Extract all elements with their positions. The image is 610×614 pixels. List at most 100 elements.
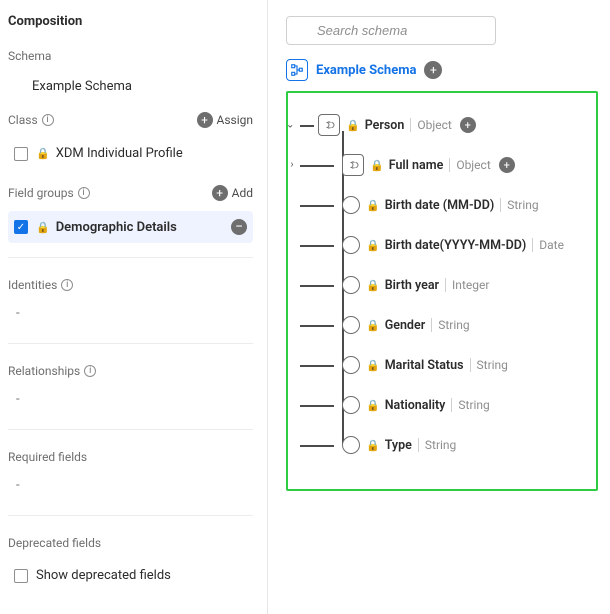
tree-node-field[interactable]: 🔒 Birth date (MM-DD) String: [342, 185, 586, 225]
identities-value: -: [8, 302, 253, 329]
divider: [8, 257, 253, 258]
tree-node-fullname[interactable]: › 🔒 Full name Object +: [342, 145, 586, 185]
node-label: Birth date (MM-DD): [385, 198, 495, 213]
divider: [410, 118, 411, 132]
class-section-label: Class: [8, 113, 38, 127]
object-stack-icon: [342, 154, 364, 176]
node-type: Date: [539, 238, 564, 252]
add-label: Add: [232, 186, 253, 200]
field-icon: [342, 436, 360, 454]
relationships-value: -: [8, 388, 253, 415]
deprecated-fields-label: Deprecated fields: [8, 536, 101, 550]
lock-icon: 🔒: [36, 221, 50, 234]
node-type: String: [425, 438, 456, 452]
field-group-item-label: Demographic Details: [56, 220, 177, 235]
node-label: Person: [365, 118, 405, 133]
field-group-item[interactable]: 🔒 Demographic Details −: [8, 211, 253, 243]
checkbox-checked[interactable]: [14, 220, 28, 234]
info-icon[interactable]: i: [78, 187, 90, 199]
divider: [451, 398, 452, 412]
lock-icon: 🔒: [36, 147, 50, 160]
lock-icon: 🔒: [366, 359, 380, 372]
node-label: Marital Status: [385, 358, 464, 373]
divider: [431, 318, 432, 332]
show-deprecated-label: Show deprecated fields: [36, 568, 171, 583]
tree-node-field[interactable]: 🔒 Birth year Integer: [342, 265, 586, 305]
schema-name[interactable]: Example Schema: [8, 73, 253, 106]
class-item[interactable]: 🔒 XDM Individual Profile: [8, 138, 253, 169]
field-icon: [342, 396, 360, 414]
node-type: String: [458, 398, 489, 412]
highlight-box: ⌄ 🔒 Person Object + ›: [286, 91, 598, 491]
node-type: String: [507, 198, 538, 212]
lock-icon: 🔒: [366, 319, 380, 332]
tree-node-field[interactable]: 🔒 Gender String: [342, 305, 586, 345]
divider: [470, 358, 471, 372]
divider: [8, 429, 253, 430]
node-type: Object: [417, 118, 451, 132]
tree-node-field[interactable]: 🔒 Birth date(YYYY-MM-DD) Date: [342, 225, 586, 265]
info-icon[interactable]: i: [84, 365, 96, 377]
field-groups-label: Field groups: [8, 186, 74, 200]
identities-label: Identities: [8, 278, 57, 292]
assign-label: Assign: [217, 113, 254, 127]
checkbox-unchecked[interactable]: [14, 569, 28, 583]
plus-icon: +: [197, 112, 213, 128]
chevron-down-icon[interactable]: ⌄: [286, 120, 294, 131]
divider: [500, 198, 501, 212]
tree-node-field[interactable]: 🔒 Marital Status String: [342, 345, 586, 385]
divider: [449, 158, 450, 172]
required-fields-value: -: [8, 474, 253, 501]
node-label: Full name: [389, 158, 444, 173]
info-icon[interactable]: i: [42, 114, 54, 126]
lock-icon: 🔒: [366, 439, 380, 452]
info-icon[interactable]: i: [61, 279, 73, 291]
schema-root-label: Example Schema: [316, 63, 416, 78]
field-icon: [342, 276, 360, 294]
composition-sidebar: Composition Schema Example Schema Class …: [0, 0, 268, 614]
remove-field-group-button[interactable]: −: [231, 219, 247, 235]
divider: [8, 515, 253, 516]
assign-class-button[interactable]: + Assign: [197, 112, 254, 128]
search-wrap: [286, 16, 496, 45]
person-children: › 🔒 Full name Object +: [342, 145, 586, 465]
field-icon: [342, 356, 360, 374]
field-icon: [342, 196, 360, 214]
plus-icon: +: [212, 185, 228, 201]
schema-section-label: Schema: [8, 49, 253, 63]
add-child-button[interactable]: +: [460, 117, 476, 133]
tree-node-field[interactable]: 🔒 Nationality String: [342, 385, 586, 425]
checkbox-unchecked[interactable]: [14, 147, 28, 161]
lock-icon: 🔒: [366, 239, 380, 252]
node-type: Object: [456, 158, 490, 172]
divider: [8, 343, 253, 344]
add-field-group-button[interactable]: + Add: [212, 185, 253, 201]
node-label: Birth date(YYYY-MM-DD): [385, 238, 527, 253]
relationships-label: Relationships: [8, 364, 80, 378]
show-deprecated-toggle[interactable]: Show deprecated fields: [8, 560, 253, 591]
node-label: Gender: [385, 318, 426, 333]
lock-icon: 🔒: [370, 159, 384, 172]
divider: [445, 278, 446, 292]
lock-icon: 🔒: [366, 399, 380, 412]
tree-node-person[interactable]: ⌄ 🔒 Person Object +: [318, 105, 586, 145]
divider: [532, 238, 533, 252]
node-label: Type: [385, 438, 412, 453]
schema-canvas: Example Schema + ⌄ 🔒 Person Object +: [268, 0, 610, 614]
schema-root-node[interactable]: Example Schema +: [286, 59, 598, 81]
lock-icon: 🔒: [366, 279, 380, 292]
chevron-right-icon[interactable]: ›: [286, 160, 298, 171]
divider: [418, 438, 419, 452]
object-icon: [318, 114, 340, 136]
sidebar-title: Composition: [8, 14, 253, 29]
search-input[interactable]: [286, 16, 496, 45]
add-field-button[interactable]: +: [424, 61, 442, 79]
node-type: String: [438, 318, 469, 332]
schema-root-icon: [286, 59, 308, 81]
tree-node-field[interactable]: 🔒 Type String: [342, 425, 586, 465]
required-fields-label: Required fields: [8, 450, 87, 464]
node-label: Nationality: [385, 398, 446, 413]
class-item-label: XDM Individual Profile: [56, 146, 183, 161]
lock-icon: 🔒: [366, 199, 380, 212]
add-child-button[interactable]: +: [499, 157, 515, 173]
